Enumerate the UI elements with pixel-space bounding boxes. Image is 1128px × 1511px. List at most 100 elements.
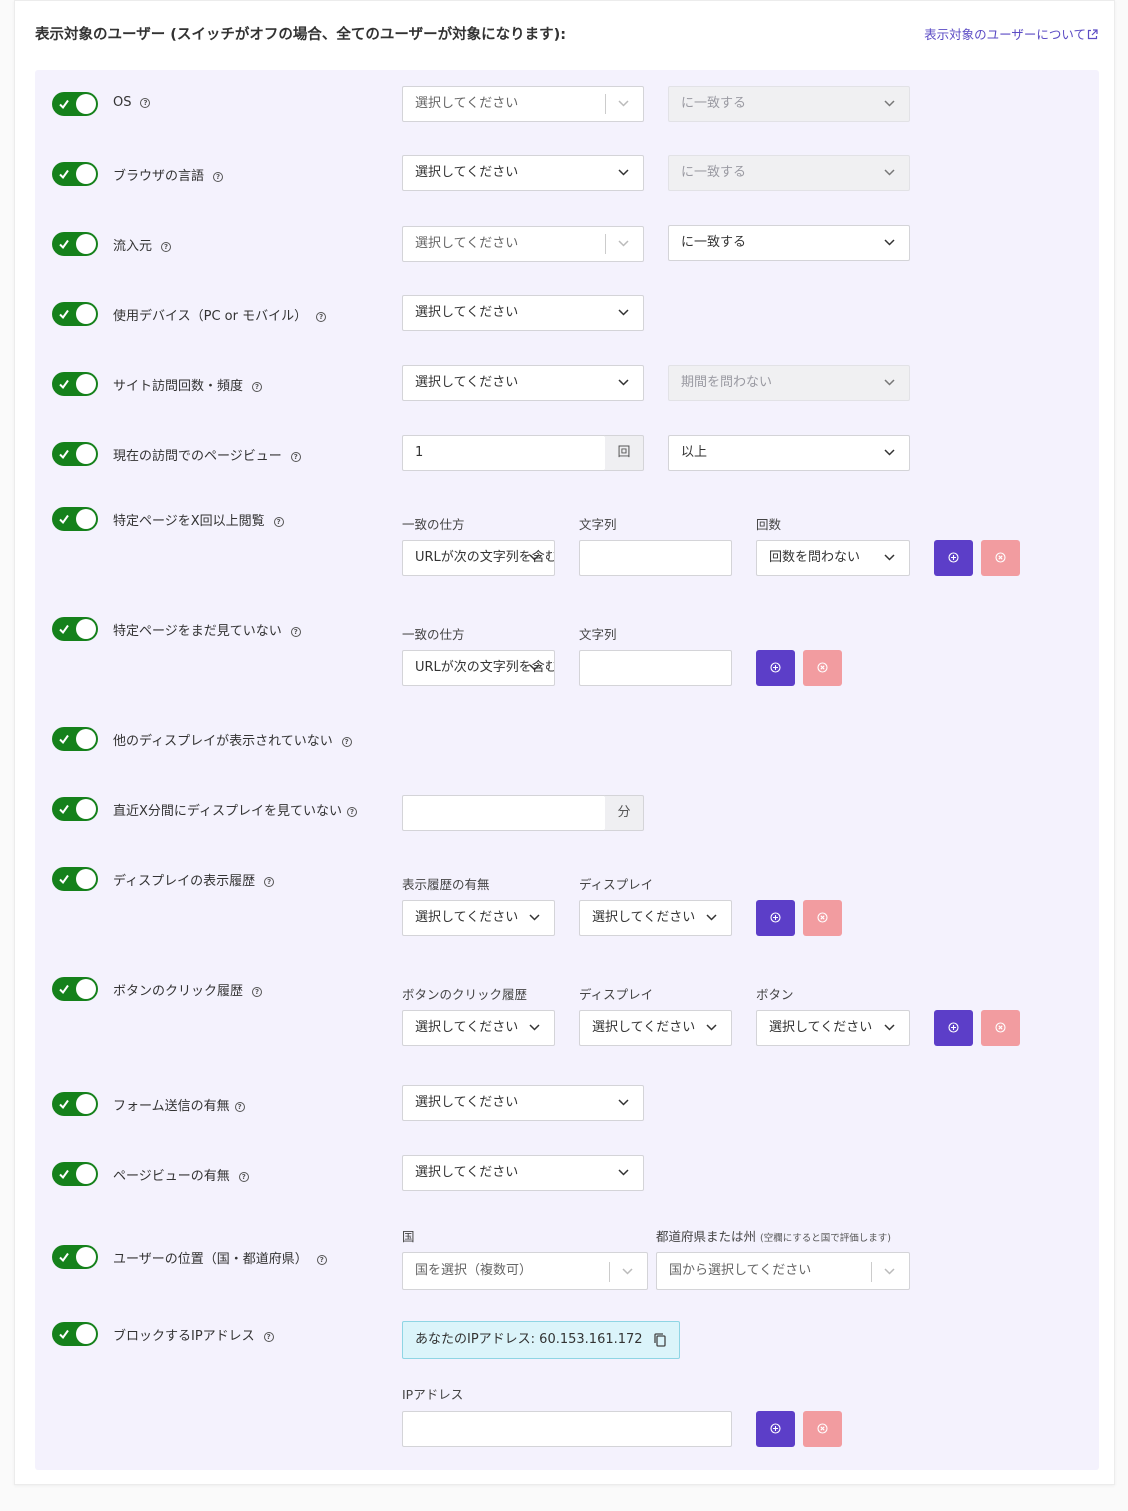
- help-icon[interactable]: ?: [234, 1102, 245, 1112]
- block-ip-toggle[interactable]: [52, 1322, 98, 1346]
- chevron-down-icon: [884, 239, 895, 246]
- region-select[interactable]: 国から選択してください: [656, 1252, 910, 1290]
- help-icon[interactable]: ?: [263, 1332, 274, 1342]
- os-match-select[interactable]: に一致する: [668, 86, 910, 122]
- os-toggle[interactable]: [52, 92, 98, 116]
- os-select[interactable]: 選択してください: [402, 86, 644, 122]
- x-circle-icon: [995, 1022, 1006, 1033]
- viewed-page-count-select[interactable]: 回数を問わない: [756, 540, 910, 576]
- row-label-form-submit: フォーム送信の有無?: [113, 1095, 245, 1114]
- display-history-select[interactable]: 選択してください: [402, 900, 555, 936]
- device-toggle[interactable]: [52, 302, 98, 326]
- referrer-toggle[interactable]: [52, 232, 98, 256]
- form-submit-toggle[interactable]: [52, 1092, 98, 1116]
- remove-condition-button[interactable]: [981, 540, 1020, 576]
- select-placeholder: 選択してください: [769, 1020, 873, 1035]
- viewed-page-match-select[interactable]: URLが次の文字列を含む: [402, 540, 555, 576]
- row-label-text: 特定ページをまだ見ていない: [113, 624, 282, 639]
- add-condition-button[interactable]: [934, 1010, 973, 1046]
- display-label: ディスプレイ: [579, 877, 654, 892]
- not-viewed-page-string-input[interactable]: [579, 650, 732, 686]
- country-select[interactable]: 国を選択（複数可）: [402, 1252, 648, 1290]
- help-icon[interactable]: ?: [290, 452, 301, 462]
- help-link[interactable]: 表示対象のユーザーについて: [924, 24, 1098, 43]
- add-condition-button[interactable]: [756, 650, 795, 686]
- row-label-text: 特定ページをX回以上閲覧: [113, 514, 265, 529]
- display-history-toggle[interactable]: [52, 867, 98, 891]
- browser-lang-select[interactable]: 選択してください: [402, 155, 644, 191]
- help-icon[interactable]: ?: [316, 1255, 327, 1265]
- select-placeholder: 選択してください: [415, 305, 519, 320]
- remove-condition-button[interactable]: [803, 1411, 842, 1447]
- check-icon: [59, 624, 69, 635]
- help-link-label: 表示対象のユーザーについて: [924, 27, 1086, 42]
- pageviews-input[interactable]: 1: [402, 435, 606, 471]
- click-history-select[interactable]: 選択してください: [402, 1010, 555, 1046]
- button-clicks-toggle[interactable]: [52, 977, 98, 1001]
- button-label: ボタン: [756, 987, 794, 1002]
- referrer-select[interactable]: 選択してください: [402, 226, 644, 262]
- pageview-presence-toggle[interactable]: [52, 1162, 98, 1186]
- browser-lang-match-select[interactable]: に一致する: [668, 155, 910, 191]
- help-icon[interactable]: ?: [316, 312, 327, 322]
- click-button-select[interactable]: 選択してください: [756, 1010, 910, 1046]
- help-icon[interactable]: ?: [140, 98, 151, 108]
- not-seen-recent-toggle[interactable]: [52, 797, 98, 821]
- plus-circle-icon: [770, 1423, 781, 1434]
- browser-lang-toggle[interactable]: [52, 162, 98, 186]
- viewed-page-string-input[interactable]: [579, 540, 732, 576]
- pageviews-unit: 回: [605, 435, 644, 471]
- minutes-input[interactable]: [402, 795, 606, 831]
- display-history-display-select[interactable]: 選択してください: [579, 900, 732, 936]
- check-icon: [59, 514, 69, 525]
- pageviews-comparison-select[interactable]: 以上: [668, 435, 910, 471]
- not-viewed-page-match-select[interactable]: URLが次の文字列を含む: [402, 650, 555, 686]
- toggle-knob: [76, 729, 96, 749]
- referrer-match-select[interactable]: に一致する: [668, 225, 910, 261]
- select-value: 回数を問わない: [769, 550, 861, 565]
- help-icon[interactable]: ?: [238, 1172, 249, 1182]
- add-condition-button[interactable]: [756, 900, 795, 936]
- remove-condition-button[interactable]: [981, 1010, 1020, 1046]
- help-icon[interactable]: ?: [341, 737, 352, 747]
- add-condition-button[interactable]: [934, 540, 973, 576]
- ip-address-input[interactable]: [402, 1411, 732, 1447]
- visit-count-select[interactable]: 選択してください: [402, 365, 644, 401]
- check-icon: [59, 1252, 69, 1263]
- chevron-down-icon: [618, 240, 629, 247]
- select-placeholder: 選択してください: [415, 165, 519, 180]
- help-icon[interactable]: ?: [213, 172, 224, 182]
- help-icon[interactable]: ?: [161, 242, 172, 252]
- not-viewed-page-toggle[interactable]: [52, 617, 98, 641]
- help-icon[interactable]: ?: [252, 987, 263, 997]
- form-submit-select[interactable]: 選択してください: [402, 1085, 644, 1121]
- help-icon[interactable]: ?: [252, 382, 263, 392]
- help-icon[interactable]: ?: [290, 627, 301, 637]
- pageviews-toggle[interactable]: [52, 442, 98, 466]
- visit-count-toggle[interactable]: [52, 372, 98, 396]
- location-toggle[interactable]: [52, 1245, 98, 1269]
- help-icon[interactable]: ?: [273, 517, 284, 527]
- remove-condition-button[interactable]: [803, 900, 842, 936]
- check-icon: [59, 169, 69, 180]
- visit-period-select[interactable]: 期間を問わない: [668, 365, 910, 401]
- help-icon[interactable]: ?: [264, 877, 275, 887]
- click-display-select[interactable]: 選択してください: [579, 1010, 732, 1046]
- remove-condition-button[interactable]: [803, 650, 842, 686]
- chevron-down-icon: [618, 309, 629, 316]
- pageview-presence-select[interactable]: 選択してください: [402, 1155, 644, 1191]
- viewed-page-toggle[interactable]: [52, 507, 98, 531]
- row-label-not-seen-recent: 直近X分間にディスプレイを見ていない?: [113, 800, 357, 819]
- device-select[interactable]: 選択してください: [402, 295, 644, 331]
- help-icon[interactable]: ?: [347, 807, 357, 817]
- match-method-label: 一致の仕方: [402, 627, 465, 642]
- toggle-knob: [76, 1094, 96, 1114]
- add-condition-button[interactable]: [756, 1411, 795, 1447]
- no-other-display-toggle[interactable]: [52, 727, 98, 751]
- copy-icon[interactable]: [653, 1332, 667, 1348]
- toggle-knob: [76, 444, 96, 464]
- row-label-text: ディスプレイの表示履歴: [113, 874, 256, 889]
- chevron-down-icon: [529, 664, 540, 671]
- chevron-down-icon: [884, 554, 895, 561]
- row-label-browser-lang: ブラウザの言語?: [113, 165, 224, 184]
